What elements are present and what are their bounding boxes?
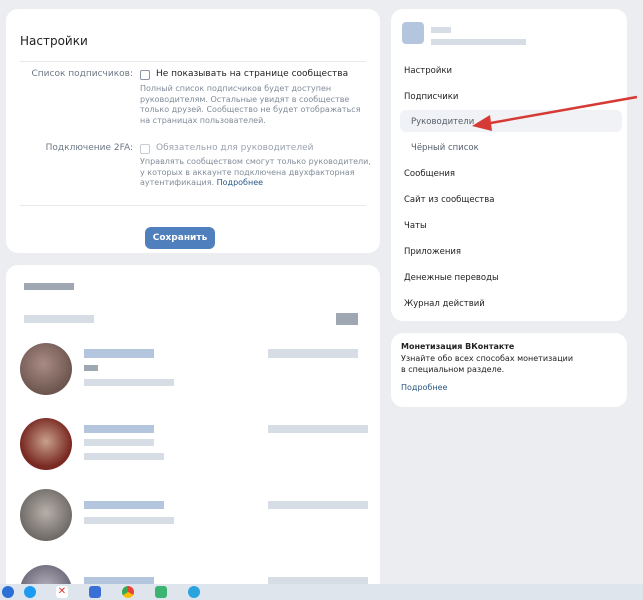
app-icon[interactable] [2, 586, 14, 598]
blurred-role [268, 501, 368, 509]
community-avatar[interactable] [402, 22, 424, 44]
subscribers-hint: Полный список подписчиков будет доступен… [140, 84, 361, 125]
blurred-text [84, 439, 154, 446]
blurred-text [84, 517, 174, 524]
telegram-icon[interactable] [188, 586, 200, 598]
member-name[interactable] [84, 425, 154, 433]
shield-check-icon[interactable] [155, 586, 167, 598]
twofa-checkbox[interactable] [140, 144, 150, 154]
menu-item-transfers[interactable]: Денежные переводы [404, 273, 499, 283]
menu-item-managers[interactable]: Руководители [411, 117, 474, 127]
menu-item-chats[interactable]: Чаты [404, 221, 427, 231]
menu-item-subscribers[interactable]: Подписчики [404, 92, 458, 102]
blurred-text [84, 453, 164, 460]
member-name[interactable] [84, 349, 154, 358]
settings-title: Настройки [20, 34, 88, 48]
blurred-role [268, 349, 358, 358]
hide-subscribers-checkbox-label[interactable]: Не показывать на странице сообщества [156, 69, 348, 79]
twofa-more-link[interactable]: Подробнее [217, 178, 263, 187]
avatar[interactable] [20, 343, 72, 395]
divider [20, 205, 366, 206]
avatar[interactable] [20, 418, 72, 470]
blurred-text [84, 379, 174, 386]
mail-icon[interactable] [89, 586, 101, 598]
chrome-icon[interactable] [122, 586, 134, 598]
hide-subscribers-checkbox[interactable] [140, 70, 150, 80]
twofa-hint: Управлять сообществом смогут только руко… [140, 157, 371, 187]
twofa-checkbox-label[interactable]: Обязательно для руководителей [156, 143, 313, 153]
avatar[interactable] [20, 489, 72, 541]
close-x-icon[interactable]: ✕ [56, 586, 68, 598]
blurred-icon [336, 313, 358, 325]
menu-item-blacklist[interactable]: Чёрный список [411, 143, 479, 153]
blurred-search-field [24, 315, 94, 323]
members-card [6, 265, 380, 595]
blurred-role [268, 425, 368, 433]
menu-item-settings[interactable]: Настройки [404, 66, 452, 76]
community-name[interactable] [431, 27, 451, 33]
menu-item-messages[interactable]: Сообщения [404, 169, 455, 179]
blurred-text [431, 39, 526, 45]
blurred-text [84, 365, 98, 371]
subscribers-label: Список подписчиков: [31, 69, 133, 79]
taskbar: ✕ [0, 584, 643, 600]
menu-item-action-log[interactable]: Журнал действий [404, 299, 485, 309]
divider [20, 61, 366, 62]
monetization-more-link[interactable]: Подробнее [401, 383, 447, 392]
menu-item-site[interactable]: Сайт из сообщества [404, 195, 494, 205]
blurred-text [24, 283, 74, 290]
monetization-title: Монетизация ВКонтакте [401, 342, 515, 351]
member-name[interactable] [84, 501, 164, 509]
twofa-label: Подключение 2FA: [45, 143, 133, 153]
save-button[interactable]: Сохранить [145, 227, 215, 249]
monetization-card: Монетизация ВКонтакте Узнайте обо всех с… [391, 333, 627, 407]
settings-card: Настройки Список подписчиков: Не показыв… [6, 9, 380, 253]
community-menu: Настройки Подписчики Руководители Чёрный… [391, 9, 627, 321]
monetization-text: Узнайте обо всех способах монетизации в … [401, 354, 574, 374]
browser-icon[interactable] [24, 586, 36, 598]
menu-item-apps[interactable]: Приложения [404, 247, 461, 257]
